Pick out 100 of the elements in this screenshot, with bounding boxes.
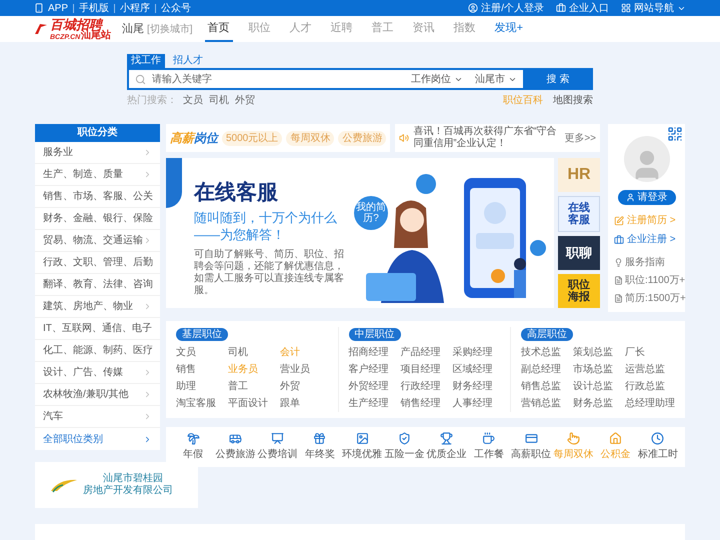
top-link[interactable]: 网站导航 [621,0,686,16]
job-link[interactable]: 跟单 [280,395,328,412]
benefit-link[interactable]: 环境优雅 [341,432,384,462]
nav-tab[interactable]: 人才 [286,16,315,42]
job-link[interactable]: 平面设计 [228,395,280,412]
company-ad[interactable]: 汕尾市碧桂园 房地产开发有限公司 [35,462,198,508]
job-link[interactable]: 销售 [176,361,228,378]
dropdown[interactable]: 汕尾市 [469,70,523,88]
coffee-icon [482,432,496,445]
job-link[interactable]: 淘宝客服 [176,395,228,412]
benefit-link[interactable]: 标准工时 [636,432,679,462]
search-tab[interactable]: 招人才 [169,54,207,68]
category-item[interactable]: IT、互联网、通信、电子 [35,318,160,340]
job-link[interactable]: 司机 [228,344,280,361]
job-link[interactable]: 文员 [176,344,228,361]
nav-tab[interactable]: 职位 [246,16,274,42]
dropdown[interactable]: 工作岗位 [405,70,469,88]
job-link[interactable]: 生产经理 [348,395,400,412]
chevron-icon [143,170,152,179]
job-link[interactable]: 项目经理 [400,361,452,378]
job-link[interactable]: 销售经理 [400,395,452,412]
category-item[interactable]: 汽车 [35,406,160,428]
promo-tile[interactable]: 职位海报 [558,274,600,308]
search-button[interactable]: 搜 索 [523,68,593,90]
promo-card[interactable]: 高薪岗位 5000元以上 每周双休 公费旅游 [166,124,390,152]
job-link[interactable]: 外贸经理 [348,378,400,395]
job-link[interactable]: 设计总监 [573,378,625,395]
top-link[interactable]: 公众号 [155,4,192,12]
nav-tab[interactable]: 首页 [204,16,233,42]
job-link[interactable]: 销售总监 [521,378,573,395]
job-link[interactable]: 市场总监 [573,361,625,378]
promo-tile[interactable]: 在线客服 [558,196,600,232]
hot-word-link[interactable]: 文员 [183,93,203,108]
job-link[interactable]: 财务经理 [452,378,500,395]
job-link[interactable]: 招商经理 [348,344,400,361]
nav-tab[interactable]: 发现+ [492,16,526,42]
top-link[interactable]: 企业入口 [556,0,609,16]
category-item[interactable]: 生产、制造、质量 [35,164,160,186]
job-link[interactable]: 行政总监 [625,378,675,395]
job-link[interactable]: 技术总监 [521,344,573,361]
category-item[interactable]: 农林牧渔/兼职/其他 [35,384,160,406]
search-link[interactable]: 地图搜索 [553,93,593,108]
job-link[interactable]: 营业员 [280,361,328,378]
benefit-link[interactable]: 公费培训 [256,432,299,462]
benefit-link[interactable]: 公费旅游 [214,432,256,462]
job-link[interactable]: 客户经理 [348,361,400,378]
job-link[interactable]: 助理 [176,378,228,395]
top-link[interactable]: 小程序 [114,4,150,12]
benefit-link[interactable]: 年假 [172,432,214,462]
category-item[interactable]: 贸易、物流、交通运输 [35,230,160,252]
search-input[interactable]: 请输入关键字 [152,72,399,86]
bus-icon [228,432,242,445]
job-link[interactable]: 策划总监 [573,344,625,361]
top-link[interactable]: 注册/个人登录 [468,0,544,16]
benefit-link[interactable]: 优质企业 [426,432,468,462]
hot-word-link[interactable]: 司机 [209,93,229,108]
job-link[interactable]: 营销总监 [521,395,573,412]
nav-tab[interactable]: 指数 [450,16,479,42]
job-link[interactable]: 产品经理 [400,344,452,361]
benefit-link[interactable]: 工作餐 [468,432,510,462]
category-item[interactable]: 设计、广告、传媒 [35,362,160,384]
service-banner[interactable]: 在线客服 随叫随到，十万个为什么 ——为您解答！ 可自助了解账号、简历、职位、招聘会等问题，还能了解优惠信息，如需人工服务可以直接连线专属客服。 我的简历? [166,158,554,308]
benefit-link[interactable]: 年终奖 [298,432,341,462]
job-link[interactable]: 副总经理 [521,361,573,378]
job-link[interactable]: 人事经理 [452,395,500,412]
search-tab[interactable]: 找工作 [127,54,165,68]
qr-code-icon[interactable] [667,126,683,142]
hot-word-link[interactable]: 外贸 [235,93,255,108]
top-link[interactable]: 手机版 [73,4,110,12]
login-button[interactable]: 请登录 [618,190,676,205]
job-link[interactable]: 行政经理 [400,378,452,395]
job-link[interactable]: 厂长 [625,344,675,361]
job-link[interactable]: 普工 [228,378,280,395]
job-link[interactable]: 财务总监 [573,395,625,412]
all-categories-link[interactable]: 全部职位类别 [35,428,160,450]
category-item[interactable]: 建筑、房地产、物业 [35,296,160,318]
job-link[interactable]: 区域经理 [452,361,500,378]
speaker-icon [399,133,410,143]
job-link[interactable]: 总经理助理 [625,395,675,412]
top-link[interactable]: APP [48,4,68,12]
search-field[interactable]: 请输入关键字 工作岗位 汕尾市 [127,68,523,90]
job-link[interactable]: 外贸 [280,378,328,395]
switch-city-link[interactable]: [切换城市] [147,22,193,36]
stat-text: 职位:1100万+ [614,273,686,288]
job-link[interactable]: 运营总监 [625,361,675,378]
chevron-icon [143,148,152,157]
register-link[interactable]: 企业注册 > [614,232,676,247]
news-link[interactable]: 喜讯！百城再次获得广东省“守合同重信用”企业认定！ [413,126,560,150]
job-link[interactable]: 采购经理 [452,344,500,361]
stat-text: 服务指南 [614,255,686,270]
hot-search-label: 热门搜索： [127,94,177,108]
nav-tab[interactable]: 资讯 [410,16,438,42]
more-link[interactable]: 更多>> [564,130,596,146]
benefit-link[interactable]: 高薪职位 [510,432,552,462]
chevron-icon [143,434,152,444]
category-item[interactable]: 服务业 [35,142,160,164]
user-icon [468,3,478,13]
promo-tile[interactable]: 职聊 [558,236,600,270]
chevron-icon [143,368,152,377]
benefit-link[interactable]: 五险一金 [383,432,426,462]
